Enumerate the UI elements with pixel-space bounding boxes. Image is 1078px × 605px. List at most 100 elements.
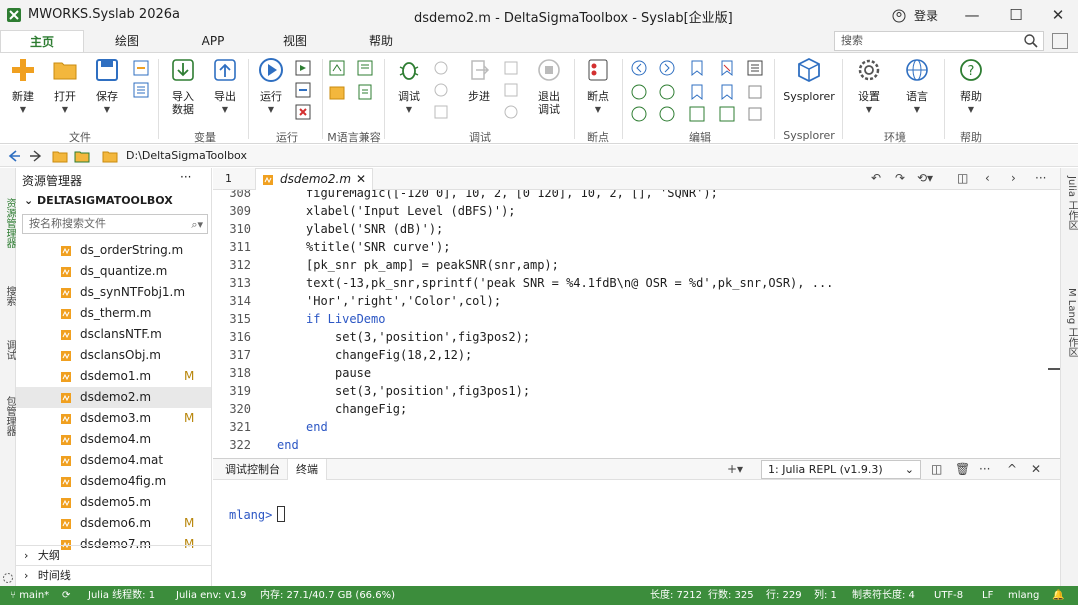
m-doc-icon[interactable] <box>356 83 374 101</box>
prev-icon[interactable]: ‹ <box>985 171 990 185</box>
step-out-icon[interactable] <box>502 81 520 99</box>
exit-debug-button[interactable]: 退出 调试 <box>532 57 566 116</box>
activity-explorer[interactable]: 资源管理器 <box>2 198 17 248</box>
panel-more-icon[interactable]: ··· <box>979 462 990 476</box>
file-item[interactable]: ds_quantize.m <box>16 261 211 282</box>
new-button[interactable]: 新建 ▼ <box>6 57 40 116</box>
file-item[interactable]: dsclansObj.m <box>16 345 211 366</box>
settings-gear-icon[interactable] <box>2 572 14 584</box>
file-item[interactable]: dsclansNTF.m <box>16 324 211 345</box>
file-item[interactable]: dsdemo6.m M <box>16 513 211 534</box>
close-tab-icon[interactable]: ✕ <box>356 169 366 190</box>
file-item[interactable]: dsdemo2.m <box>16 387 211 408</box>
debug-option-icon[interactable] <box>432 103 450 121</box>
format-icon[interactable] <box>746 105 764 123</box>
file-item[interactable]: ds_orderString.m <box>16 240 211 261</box>
tab-home[interactable]: 主页 <box>0 30 84 52</box>
tab-size[interactable]: 制表符长度: 4 <box>852 586 915 605</box>
tab-view[interactable]: 视图 <box>268 30 322 52</box>
run-section-icon[interactable] <box>294 59 312 77</box>
activity-packages[interactable]: 包管理器 <box>2 396 17 436</box>
tab-plot[interactable]: 绘图 <box>100 30 154 52</box>
outline-section[interactable]: › 大纲 <box>16 545 211 565</box>
split-terminal-icon[interactable]: ◫ <box>931 462 942 476</box>
undo-icon[interactable]: ↶ <box>871 171 881 185</box>
julia-env[interactable]: Julia env: v1.9 <box>176 586 246 605</box>
tab-help[interactable]: 帮助 <box>354 30 408 52</box>
editor-more-icon[interactable]: ··· <box>1035 171 1046 185</box>
sysplorer-button[interactable]: Sysplorer <box>778 57 840 103</box>
step-button[interactable]: 步进 <box>462 57 496 103</box>
search-icon[interactable] <box>1023 33 1039 49</box>
more-options-icon[interactable]: ··· <box>180 170 191 184</box>
stop-run-icon[interactable] <box>294 103 312 121</box>
list-icon[interactable] <box>746 59 764 77</box>
language-mode[interactable]: mlang <box>1008 586 1039 605</box>
m-convert-icon[interactable] <box>328 59 346 77</box>
back-arrow-icon[interactable] <box>6 148 22 164</box>
close-panel-icon[interactable]: ✕ <box>1031 462 1041 476</box>
breakpoint-button[interactable]: 断点 ▼ <box>580 57 616 116</box>
sync-icon[interactable]: ⟳ <box>62 586 70 605</box>
current-path[interactable]: D:\DeltaSigmaToolbox <box>126 149 247 162</box>
maximize-button[interactable]: ☐ <box>1002 4 1030 26</box>
split-editor-icon[interactable]: ◫ <box>957 171 968 185</box>
filter-search-icon[interactable]: ⌕▾ <box>191 216 203 234</box>
terminal[interactable]: mlang> <box>213 480 1060 586</box>
activity-search[interactable]: 搜索 <box>2 286 17 306</box>
uncomment-icon[interactable] <box>658 105 676 123</box>
pause-debug-icon[interactable] <box>432 81 450 99</box>
editor-tab-dsdemo2[interactable]: dsdemo2.m ✕ <box>255 168 373 190</box>
import-data-button[interactable]: 导入 数据 <box>166 57 200 116</box>
outdent-icon[interactable] <box>718 105 736 123</box>
minimize-button[interactable]: — <box>958 4 986 26</box>
cursor-line[interactable]: 行: 229 <box>766 586 802 605</box>
file-item[interactable]: ds_therm.m <box>16 303 211 324</box>
replace-icon[interactable] <box>658 83 676 101</box>
close-window-button[interactable]: ✕ <box>1044 4 1072 26</box>
clear-bookmark-icon[interactable] <box>718 59 736 77</box>
continue-icon[interactable] <box>432 59 450 77</box>
indent-icon[interactable] <box>688 105 706 123</box>
restart-debug-icon[interactable] <box>502 103 520 121</box>
maximize-panel-icon[interactable]: ^ <box>1007 462 1017 476</box>
debug-button[interactable]: 调试 ▼ <box>392 57 426 116</box>
recent-files-icon[interactable] <box>132 81 150 99</box>
ribbon-collapse-icon[interactable] <box>1052 33 1068 49</box>
language-button[interactable]: 语言 ▼ <box>900 57 934 116</box>
save-button[interactable]: 保存 ▼ <box>90 57 124 116</box>
browse-folder-icon[interactable] <box>74 148 90 164</box>
mlang-workspace-tab[interactable]: M Lang 工作区 <box>1064 288 1078 357</box>
file-item[interactable]: dsdemo5.m <box>16 492 211 513</box>
file-item[interactable]: dsdemo4.m <box>16 429 211 450</box>
export-button[interactable]: 导出 ▼ <box>208 57 242 116</box>
file-item[interactable]: ds_synNTFobj1.m <box>16 282 211 303</box>
prev-bookmark-icon[interactable] <box>688 83 706 101</box>
run-button[interactable]: 运行 ▼ <box>254 57 288 116</box>
file-filter-input[interactable]: 按名称搜索文件 ⌕▾ <box>22 214 208 234</box>
file-item[interactable]: dsdemo1.m M <box>16 366 211 387</box>
julia-workspace-tab[interactable]: Julia 工作区 <box>1064 176 1078 230</box>
file-item[interactable]: dsdemo4.mat <box>16 450 211 471</box>
new-terminal-icon[interactable]: +▾ <box>727 462 743 476</box>
tab-debug-console[interactable]: 调试控制台 <box>217 459 288 480</box>
step-in-icon[interactable] <box>502 59 520 77</box>
up-folder-icon[interactable] <box>52 148 68 164</box>
checkbox-icon[interactable] <box>746 83 764 101</box>
login-button[interactable]: 登录 <box>892 7 938 24</box>
trash-icon[interactable]: 🗑 <box>955 462 970 476</box>
tab-app[interactable]: APP <box>186 30 240 52</box>
notification-bell-icon[interactable]: 🔔 <box>1052 586 1064 605</box>
history-icon[interactable]: ⟲▾ <box>917 171 933 185</box>
project-folder[interactable]: ⌄ DELTASIGMATOOLBOX <box>24 194 173 207</box>
m-package-icon[interactable] <box>328 83 346 101</box>
encoding[interactable]: UTF-8 <box>934 586 963 605</box>
tab-terminal[interactable]: 终端 <box>287 459 327 480</box>
open-button[interactable]: 打开 ▼ <box>48 57 82 116</box>
back-nav-icon[interactable] <box>630 59 648 77</box>
run-advance-icon[interactable] <box>294 81 312 99</box>
help-button[interactable]: ? 帮助 ▼ <box>954 57 988 116</box>
git-branch[interactable]: ⑂ main* <box>10 586 49 605</box>
code-editor[interactable]: 308 figureMagic([-120 0], 10, 2, [0 120],… <box>213 190 1060 456</box>
comment-icon[interactable] <box>630 105 648 123</box>
